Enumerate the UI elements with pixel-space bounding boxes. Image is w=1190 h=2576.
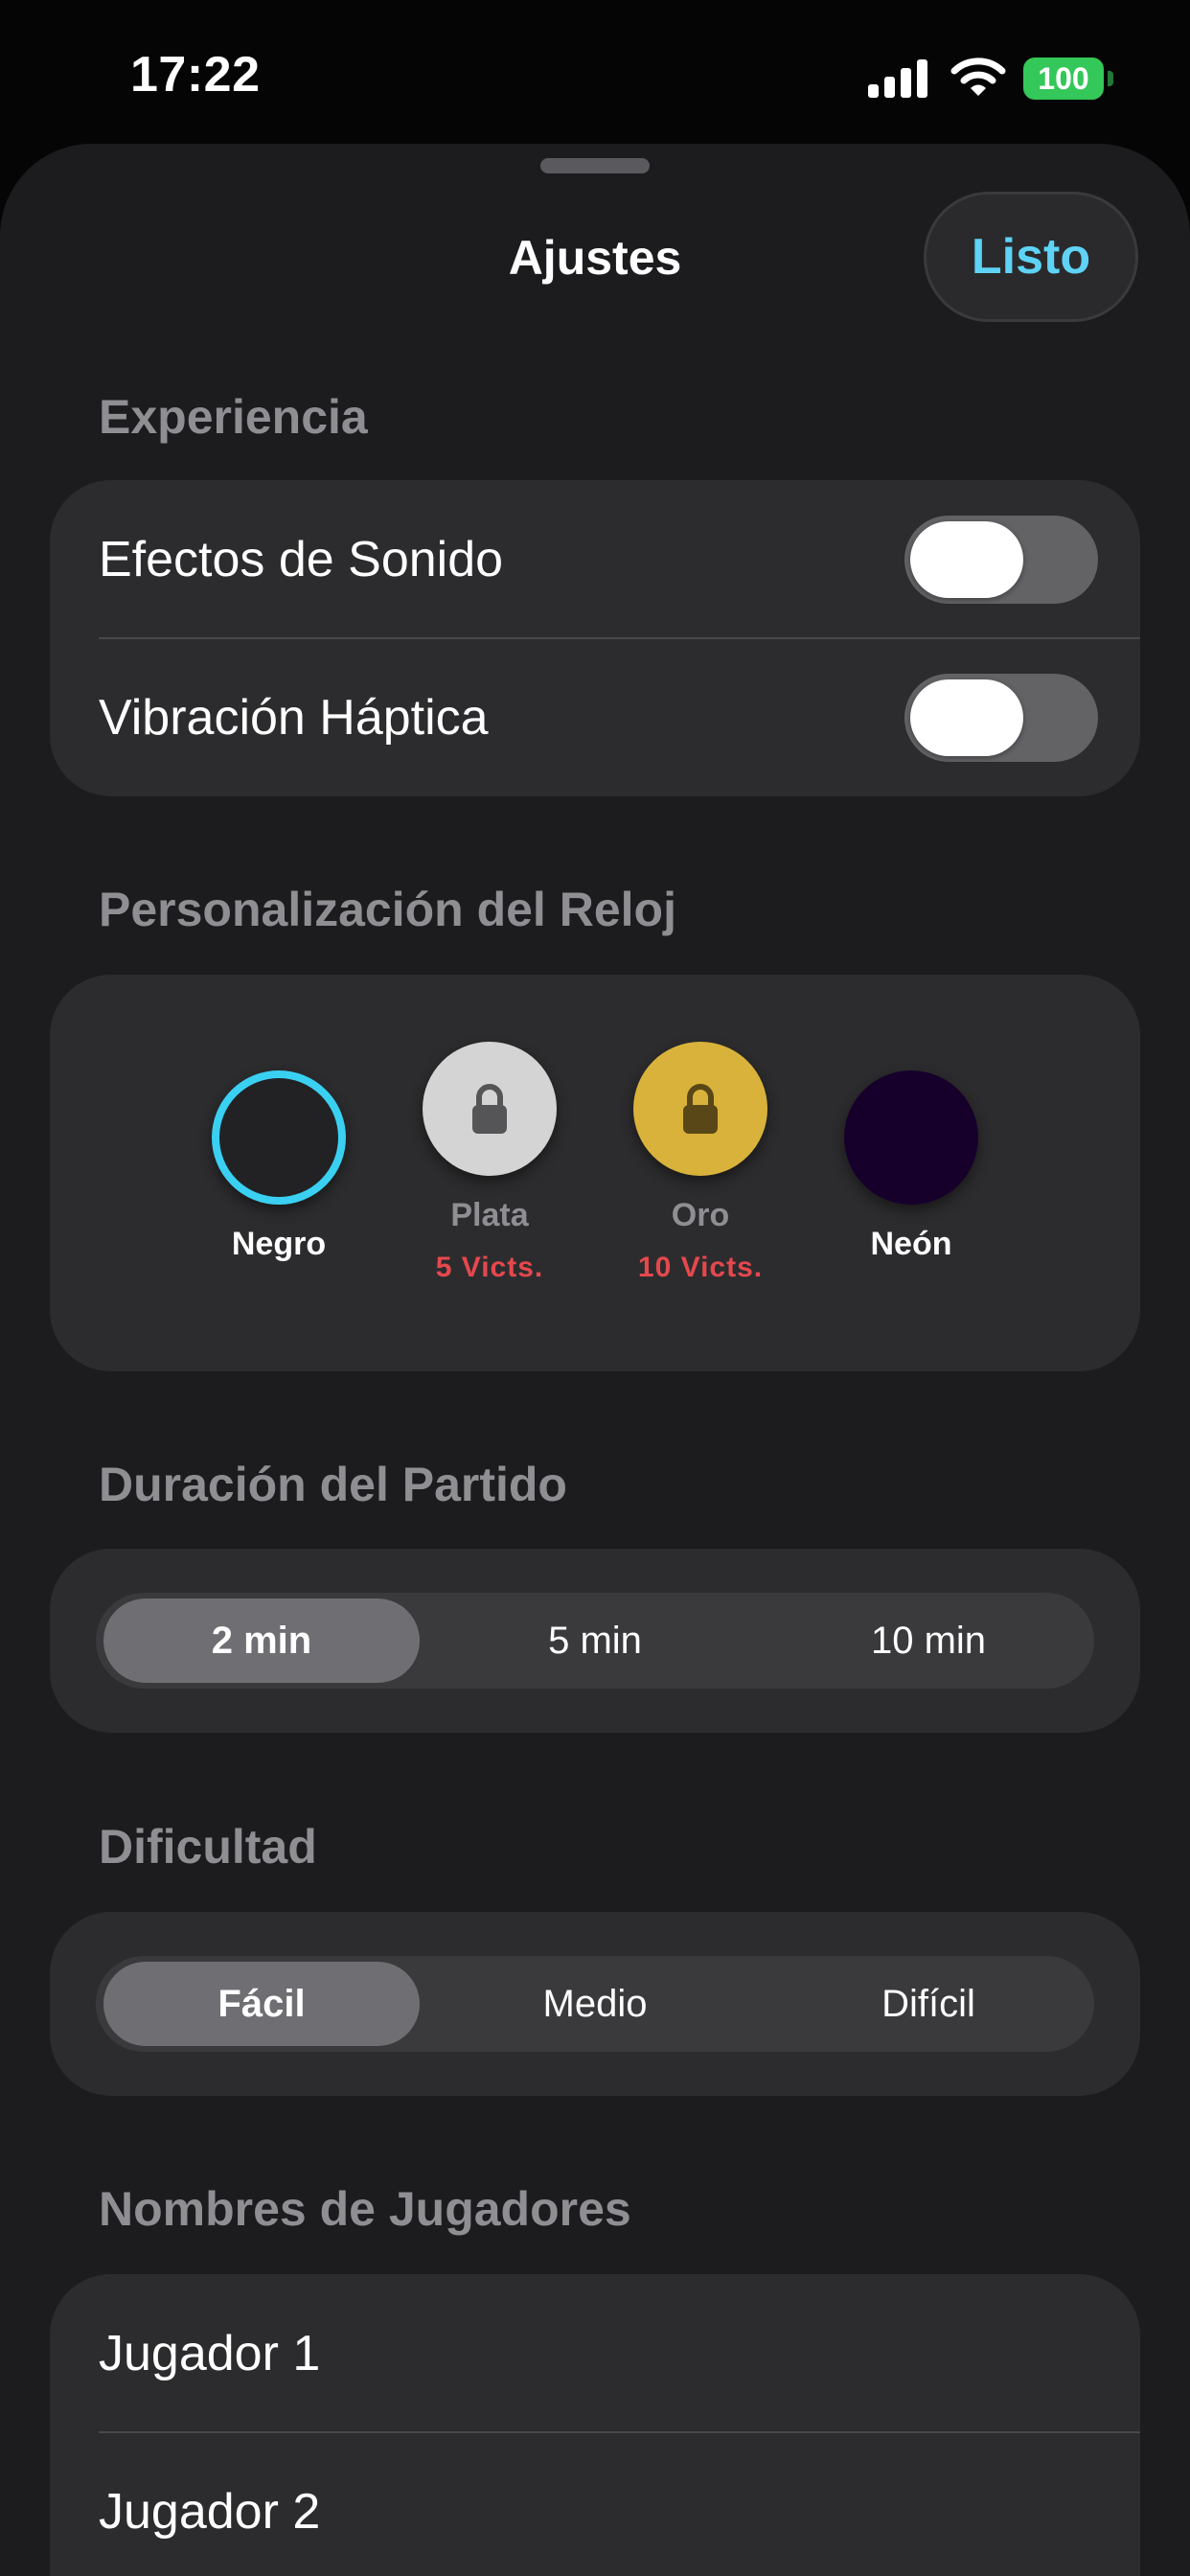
- experience-card: Efectos de Sonido Vibración Háptica: [50, 480, 1140, 796]
- theme-option-negro[interactable]: Negro: [183, 1070, 375, 1263]
- segment-duration-10[interactable]: 10 min: [770, 1598, 1087, 1683]
- theme-option-neon[interactable]: Neón: [815, 1070, 1007, 1263]
- sheet-grabber[interactable]: [540, 158, 650, 173]
- difficulty-segmented-control: Fácil Medio Difícil: [96, 1956, 1094, 2052]
- theme-requirement-oro: 10 Victs.: [637, 1252, 764, 1283]
- section-header-difficulty: Dificultad: [99, 1820, 317, 1874]
- theme-swatch-oro: [633, 1042, 767, 1176]
- status-bar: 17:22 100: [0, 0, 1190, 144]
- duration-card: 2 min 5 min 10 min: [50, 1549, 1140, 1733]
- section-header-clock: Personalización del Reloj: [99, 883, 676, 936]
- sound-effects-toggle[interactable]: [904, 516, 1098, 604]
- lock-icon: [683, 1084, 718, 1134]
- section-header-duration: Duración del Partido: [99, 1458, 567, 1511]
- player-1-row[interactable]: Jugador 1: [50, 2274, 1140, 2433]
- segment-difficulty-hard[interactable]: Difícil: [770, 1962, 1087, 2046]
- settings-sheet: Ajustes Listo Experiencia Efectos de Son…: [0, 144, 1190, 2576]
- theme-swatch-neon: [844, 1070, 978, 1205]
- player-2-row[interactable]: Jugador 2: [50, 2432, 1140, 2576]
- sound-effects-row: Efectos de Sonido: [50, 480, 1140, 639]
- theme-name-oro: Oro: [671, 1197, 730, 1233]
- done-button[interactable]: Listo: [924, 192, 1138, 322]
- sound-effects-label: Efectos de Sonido: [99, 532, 504, 587]
- lock-icon: [472, 1084, 507, 1134]
- theme-name-plata: Plata: [450, 1197, 529, 1233]
- section-header-experience: Experiencia: [99, 390, 368, 444]
- section-header-players: Nombres de Jugadores: [99, 2182, 631, 2236]
- player-1-name-field[interactable]: Jugador 1: [99, 2325, 320, 2382]
- difficulty-card: Fácil Medio Difícil: [50, 1912, 1140, 2096]
- haptic-label: Vibración Háptica: [99, 690, 489, 746]
- clock-card: Negro Plata 5 Victs. Oro 10 Victs. Neón: [50, 975, 1140, 1371]
- segment-difficulty-medium[interactable]: Medio: [437, 1962, 753, 2046]
- theme-option-oro[interactable]: Oro 10 Victs.: [605, 1042, 796, 1284]
- status-time: 17:22: [130, 47, 261, 103]
- toggle-knob: [910, 521, 1023, 598]
- theme-requirement-plata: 5 Victs.: [435, 1252, 544, 1283]
- theme-name-neon: Neón: [870, 1226, 952, 1262]
- theme-option-plata[interactable]: Plata 5 Victs.: [394, 1042, 585, 1284]
- haptic-row: Vibración Háptica: [50, 638, 1140, 797]
- player-2-name-field[interactable]: Jugador 2: [99, 2483, 320, 2541]
- battery-cap: [1108, 71, 1113, 86]
- battery-icon: 100: [1023, 58, 1113, 100]
- duration-segmented-control: 2 min 5 min 10 min: [96, 1593, 1094, 1689]
- theme-swatch-negro: [212, 1070, 346, 1205]
- theme-name-negro: Negro: [231, 1226, 327, 1262]
- segment-duration-5[interactable]: 5 min: [437, 1598, 753, 1683]
- players-card: Jugador 1 Jugador 2: [50, 2274, 1140, 2576]
- wifi-icon: [950, 58, 1006, 96]
- segment-difficulty-easy[interactable]: Fácil: [103, 1962, 420, 2046]
- signal-icon: [868, 59, 927, 98]
- haptic-toggle[interactable]: [904, 674, 1098, 762]
- battery-level: 100: [1023, 58, 1104, 100]
- theme-swatch-plata: [423, 1042, 557, 1176]
- segment-duration-2[interactable]: 2 min: [103, 1598, 420, 1683]
- toggle-knob: [910, 679, 1023, 756]
